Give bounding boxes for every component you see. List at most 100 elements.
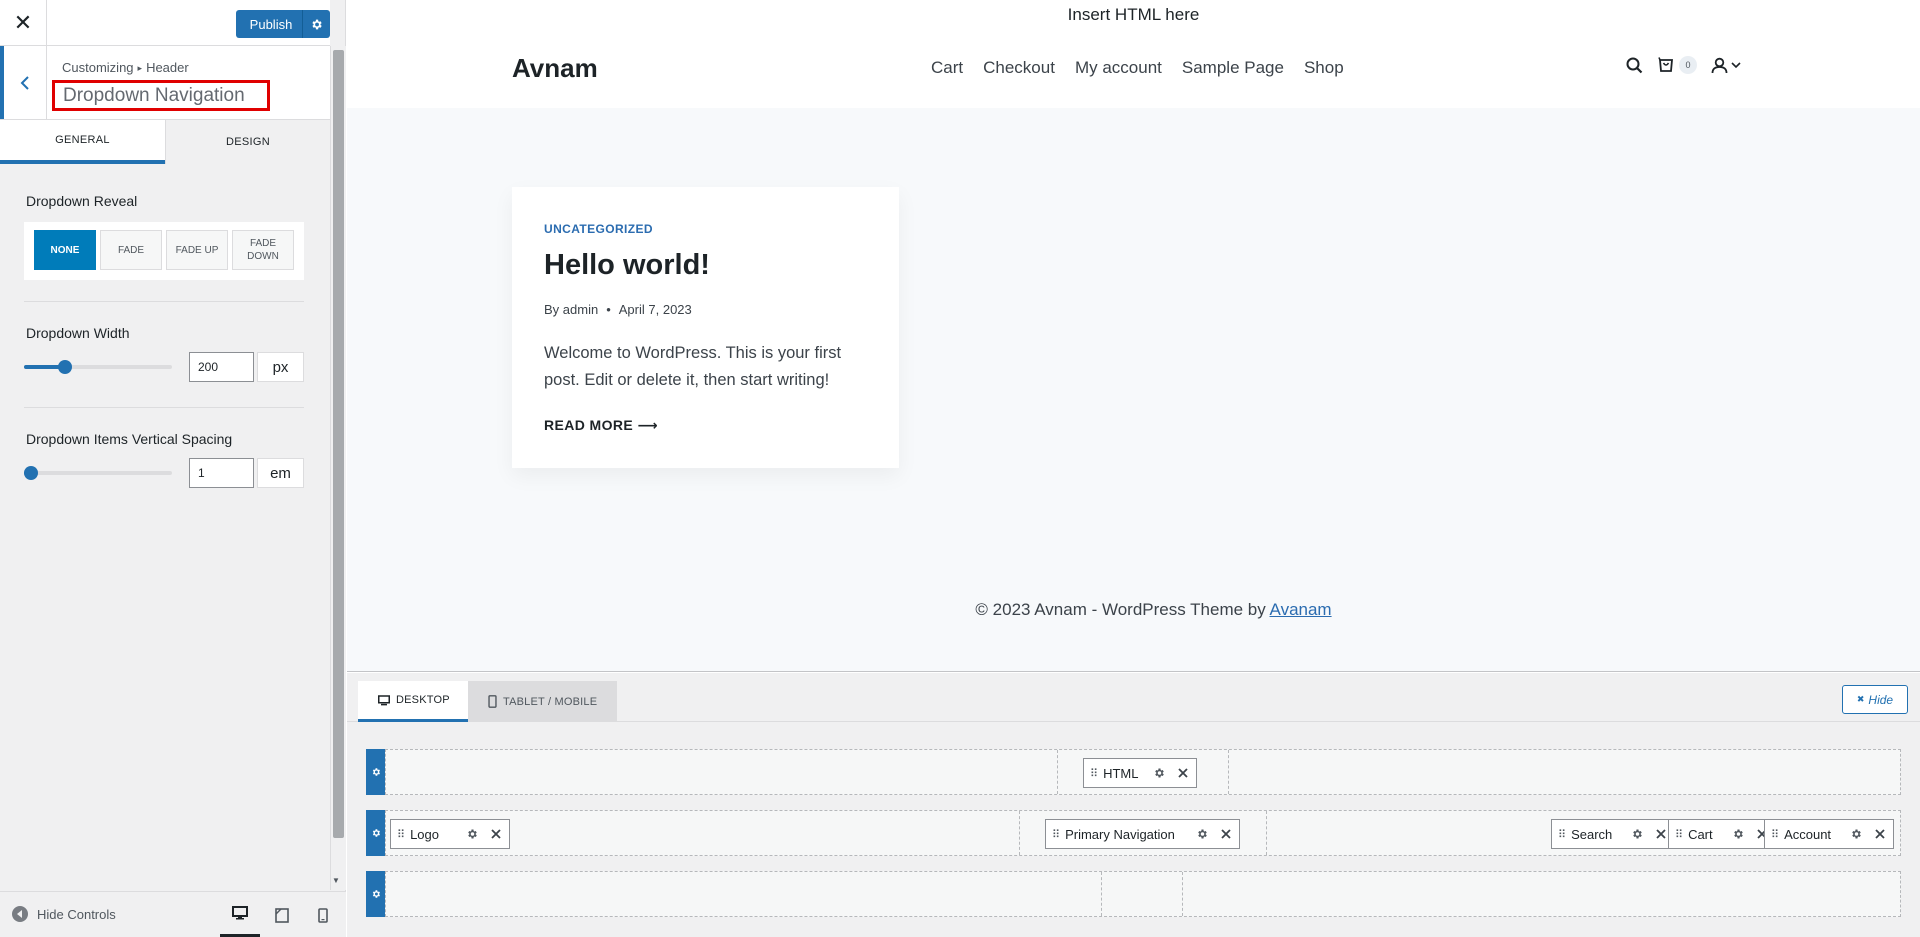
builder-item-html[interactable]: ⠿ HTML	[1083, 758, 1198, 788]
post-author[interactable]: By admin	[544, 302, 598, 317]
drag-handle-icon[interactable]: ⠿	[1771, 828, 1779, 841]
search-icon[interactable]	[1626, 57, 1643, 74]
publish-settings-gear-icon[interactable]	[302, 10, 330, 38]
builder-item-cart[interactable]: ⠿ Cart	[1668, 819, 1776, 849]
slider-handle[interactable]	[58, 360, 73, 374]
builder-item-search[interactable]: ⠿ Search	[1551, 819, 1676, 849]
divider	[24, 407, 304, 408]
builder-row-drop-area[interactable]	[385, 871, 1901, 917]
dropdown-width-input[interactable]: 200	[189, 352, 254, 382]
builder-item-label: Logo	[410, 826, 439, 842]
dropdown-reveal-label: Dropdown Reveal	[26, 193, 138, 209]
drag-handle-icon[interactable]: ⠿	[1090, 767, 1098, 780]
item-remove-icon[interactable]	[491, 829, 501, 839]
panel-tabs: GENERAL DESIGN	[0, 120, 330, 164]
vertical-spacing-label: Dropdown Items Vertical Spacing	[26, 431, 233, 447]
hide-controls-button[interactable]: Hide Controls	[12, 906, 116, 922]
item-remove-icon[interactable]	[1178, 768, 1189, 778]
nav-item-sample-page[interactable]: Sample Page	[1182, 58, 1284, 78]
tab-design[interactable]: DESIGN	[165, 120, 330, 164]
dropdown-width-unit[interactable]: px	[257, 352, 304, 382]
site-preview: Insert HTML here Avnam Cart Checkout My …	[347, 0, 1920, 672]
user-icon	[1711, 57, 1728, 73]
row-settings-gear-icon[interactable]	[366, 749, 385, 795]
scroll-down-arrow-icon[interactable]: ▼	[332, 876, 340, 885]
publish-button[interactable]: Publish	[236, 17, 302, 32]
drag-handle-icon[interactable]: ⠿	[397, 828, 405, 841]
vertical-spacing-input[interactable]: 1	[189, 458, 254, 488]
chevron-down-icon	[1731, 61, 1741, 68]
back-button[interactable]	[0, 46, 47, 119]
vertical-spacing-slider[interactable]	[24, 466, 172, 480]
item-remove-icon[interactable]	[1875, 829, 1885, 839]
post-date[interactable]: April 7, 2023	[619, 302, 692, 317]
builder-item-logo[interactable]: ⠿ Logo	[390, 819, 510, 849]
nav-item-cart[interactable]: Cart	[931, 58, 963, 78]
builder-item-account[interactable]: ⠿ Account	[1764, 819, 1895, 849]
post-title[interactable]: Hello world!	[544, 249, 710, 282]
panel-footer: Hide Controls	[0, 891, 346, 937]
close-x-icon: ✖	[1856, 694, 1865, 704]
builder-item-primary-navigation[interactable]: ⠿ Primary Navigation	[1045, 819, 1240, 849]
post-category[interactable]: UNCATEGORIZED	[544, 222, 653, 236]
item-settings-gear-icon[interactable]	[1631, 828, 1643, 840]
nav-item-checkout[interactable]: Checkout	[983, 58, 1055, 78]
reveal-option-fade[interactable]: FADE	[100, 230, 162, 270]
close-customizer-button[interactable]: ✕	[0, 0, 47, 46]
item-settings-gear-icon[interactable]	[1196, 828, 1208, 840]
item-remove-icon[interactable]	[1656, 829, 1666, 839]
reveal-option-fade-down[interactable]: FADE DOWN	[232, 230, 294, 270]
drag-handle-icon[interactable]: ⠿	[1052, 828, 1060, 841]
preview-desktop-button[interactable]	[220, 892, 260, 937]
breadcrumb: Customizing ▸ Header	[62, 60, 189, 75]
breadcrumb-separator: ▸	[137, 63, 143, 73]
builder-row-drop-area[interactable]: ⠿ Logo ⠿ Primary Navigation ⠿ Search ⠿ C…	[385, 810, 1901, 856]
dropdown-width-slider[interactable]	[24, 360, 172, 374]
header-cart[interactable]: 0	[1657, 56, 1697, 74]
reveal-option-none[interactable]: NONE	[34, 230, 96, 270]
builder-row-drop-area[interactable]: ⠿ HTML	[385, 749, 1901, 795]
item-settings-gear-icon[interactable]	[1850, 828, 1862, 840]
divider	[24, 301, 304, 302]
panel-top-bar: ✕ Publish	[0, 0, 330, 46]
builder-item-label: Search	[1571, 826, 1613, 842]
item-settings-gear-icon[interactable]	[1732, 828, 1744, 840]
site-logo[interactable]: Avnam	[512, 53, 598, 84]
section-title: Dropdown Navigation	[52, 80, 270, 111]
builder-tabs: DESKTOP TABLET / MOBILE ✖ Hide	[347, 673, 1920, 722]
builder-tab-tablet-mobile[interactable]: TABLET / MOBILE	[468, 681, 618, 722]
footer-theme-link[interactable]: Avanam	[1270, 600, 1332, 619]
cart-count-badge: 0	[1679, 56, 1697, 74]
builder-item-label: Cart	[1688, 826, 1713, 842]
tab-general[interactable]: GENERAL	[0, 120, 165, 164]
preview-mobile-button[interactable]	[303, 892, 343, 937]
site-header: Insert HTML here Avnam Cart Checkout My …	[347, 0, 1920, 108]
hide-builder-label: Hide	[1868, 692, 1894, 707]
drag-handle-icon[interactable]: ⠿	[1558, 828, 1566, 841]
item-settings-gear-icon[interactable]	[1153, 767, 1165, 779]
preview-tablet-button[interactable]	[262, 892, 302, 937]
dropdown-width-label: Dropdown Width	[26, 325, 130, 341]
header-html-block[interactable]: Insert HTML here	[347, 5, 1920, 25]
panel-scrollbar-thumb[interactable]	[333, 50, 344, 838]
item-remove-icon[interactable]	[1221, 829, 1231, 839]
nav-item-my-account[interactable]: My account	[1075, 58, 1162, 78]
item-settings-gear-icon[interactable]	[466, 828, 478, 840]
header-account[interactable]	[1711, 57, 1741, 74]
vertical-spacing-unit[interactable]: em	[257, 458, 304, 488]
post-meta: By admin • April 7, 2023	[544, 302, 692, 317]
builder-tab-desktop[interactable]: DESKTOP	[358, 681, 470, 722]
nav-item-shop[interactable]: Shop	[1304, 58, 1344, 78]
hide-builder-button[interactable]: ✖ Hide	[1842, 685, 1908, 714]
builder-zone	[1228, 750, 1229, 794]
builder-item-label: Primary Navigation	[1065, 826, 1175, 842]
post-card: UNCATEGORIZED Hello world! By admin • Apri…	[512, 187, 899, 468]
slider-handle[interactable]	[24, 466, 39, 480]
drag-handle-icon[interactable]: ⠿	[1675, 828, 1683, 841]
reveal-option-fade-up[interactable]: FADE UP	[166, 230, 228, 270]
row-settings-gear-icon[interactable]	[366, 810, 385, 856]
builder-zone	[1057, 750, 1058, 794]
row-settings-gear-icon[interactable]	[366, 871, 385, 917]
mobile-icon	[318, 907, 328, 923]
read-more-link[interactable]: READ MORE ⟶	[544, 417, 658, 434]
